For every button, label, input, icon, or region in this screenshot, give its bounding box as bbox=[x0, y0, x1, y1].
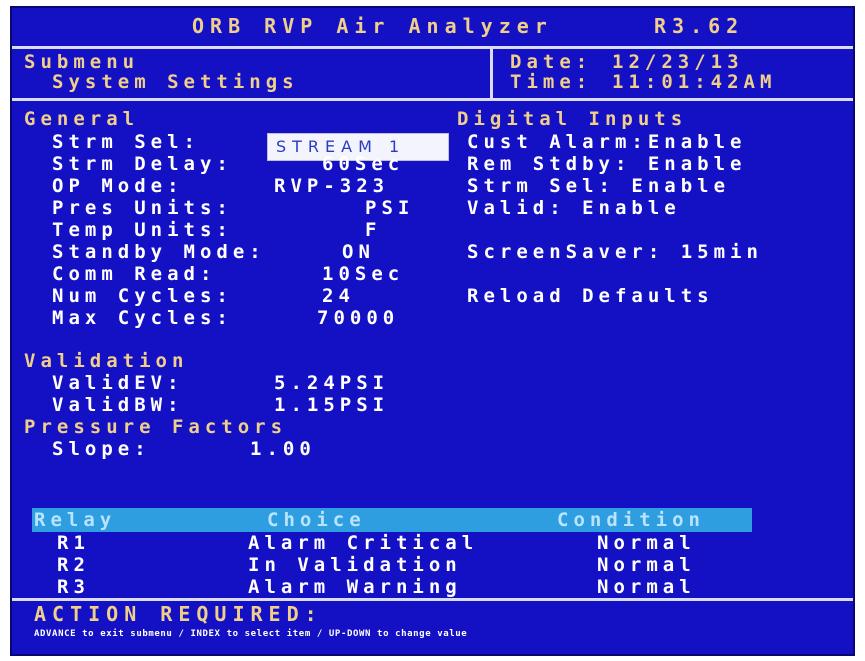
digital-input-item[interactable]: Valid: Enable bbox=[467, 197, 681, 219]
submenu-label: Submenu bbox=[24, 51, 140, 73]
time-value: 11:01:42AM bbox=[612, 71, 777, 93]
version-label: R3.62 bbox=[654, 14, 745, 38]
relay-id: R2 bbox=[57, 554, 90, 576]
relay-condition: Normal bbox=[597, 554, 696, 576]
time-label: Time: bbox=[510, 71, 593, 93]
reload-defaults-option[interactable]: Reload Defaults bbox=[467, 285, 714, 307]
general-label: Temp Units: bbox=[52, 219, 233, 241]
divider bbox=[12, 598, 853, 601]
general-label: Comm Read: bbox=[52, 263, 217, 285]
pressure-value[interactable]: 1.00 bbox=[250, 438, 316, 460]
digital-input-item[interactable]: Cust Alarm:Enable bbox=[467, 131, 746, 153]
general-value[interactable]: ON bbox=[342, 241, 375, 263]
general-label: Num Cycles: bbox=[52, 285, 233, 307]
general-label: OP Mode: bbox=[52, 175, 184, 197]
general-value[interactable]: PSI bbox=[365, 197, 414, 219]
date-value: 12/23/13 bbox=[612, 51, 744, 73]
general-label: Strm Sel: bbox=[52, 131, 200, 153]
action-required-heading: ACTION REQUIRED: bbox=[34, 602, 323, 626]
general-label: Max Cycles: bbox=[52, 307, 233, 329]
choice-column-header: Choice bbox=[267, 509, 366, 531]
app-title: ORB RVP Air Analyzer bbox=[192, 14, 553, 38]
validation-value[interactable]: 1.15PSI bbox=[274, 394, 389, 416]
relay-choice[interactable]: Alarm Warning bbox=[248, 576, 462, 598]
action-hint: ADVANCE to exit submenu / INDEX to selec… bbox=[34, 629, 468, 639]
submenu-value: System Settings bbox=[52, 71, 299, 93]
general-value[interactable]: RVP-323 bbox=[274, 175, 389, 197]
screensaver-setting[interactable]: ScreenSaver: 15min bbox=[467, 241, 763, 263]
relay-id: R3 bbox=[57, 576, 90, 598]
general-value[interactable]: 70000 bbox=[317, 307, 399, 329]
relay-choice[interactable]: Alarm Critical bbox=[248, 532, 478, 554]
general-label: Standby Mode: bbox=[52, 241, 266, 263]
general-label: Strm Delay: bbox=[52, 153, 233, 175]
digital-input-item[interactable]: Strm Sel: Enable bbox=[467, 175, 730, 197]
relay-column-header: Relay bbox=[34, 509, 117, 531]
date-label: Date: bbox=[510, 51, 593, 73]
relay-choice[interactable]: In Validation bbox=[248, 554, 462, 576]
relay-condition: Normal bbox=[597, 532, 696, 554]
validation-heading: Validation bbox=[24, 350, 189, 372]
relay-id: R1 bbox=[57, 532, 90, 554]
validation-label: ValidEV: bbox=[52, 372, 184, 394]
validation-value[interactable]: 5.24PSI bbox=[274, 372, 389, 394]
condition-column-header: Condition bbox=[557, 509, 705, 531]
general-value[interactable]: 10Sec bbox=[322, 263, 404, 285]
analyzer-screen: ORB RVP Air Analyzer R3.62 Submenu Syste… bbox=[10, 6, 855, 656]
divider bbox=[12, 98, 853, 101]
pressure-factors-heading: Pressure Factors bbox=[24, 416, 288, 438]
general-label: Pres Units: bbox=[52, 197, 233, 219]
pressure-label: Slope: bbox=[52, 438, 151, 460]
general-value[interactable]: 60Sec bbox=[322, 153, 404, 175]
validation-label: ValidBW: bbox=[52, 394, 184, 416]
relay-condition: Normal bbox=[597, 576, 696, 598]
header-divider bbox=[490, 48, 493, 100]
general-value[interactable]: 24 bbox=[322, 285, 355, 307]
divider bbox=[12, 46, 853, 49]
general-heading: General bbox=[24, 108, 140, 130]
title-bar: ORB RVP Air Analyzer R3.62 bbox=[12, 8, 853, 44]
digital-input-item[interactable]: Rem Stdby: Enable bbox=[467, 153, 746, 175]
general-value[interactable]: F bbox=[365, 219, 381, 241]
digital-inputs-heading: Digital Inputs bbox=[457, 108, 688, 130]
